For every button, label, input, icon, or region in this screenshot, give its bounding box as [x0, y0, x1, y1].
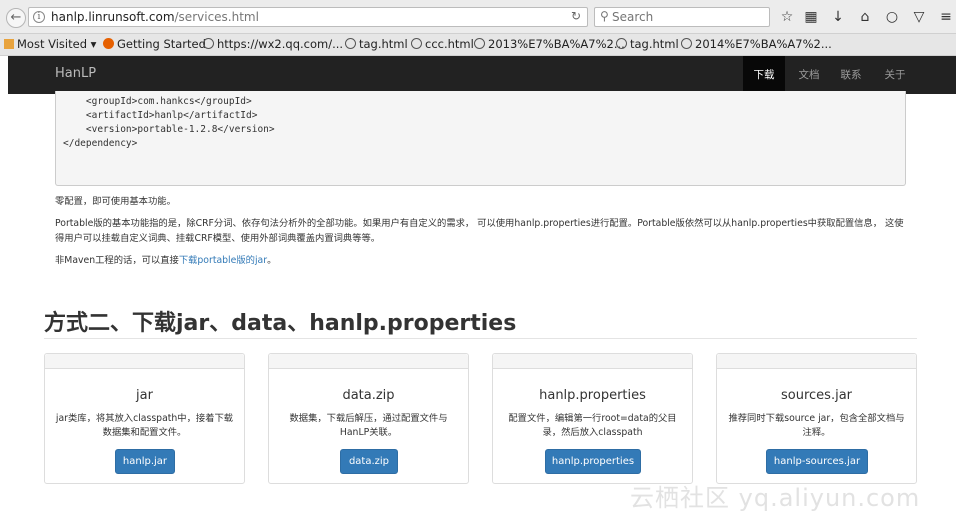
site-navbar: HanLP 下载 文档 联系 关于 — [8, 56, 956, 94]
code-line: <groupId>com.hankcs</groupId> — [63, 96, 252, 107]
globe-icon — [681, 38, 692, 49]
card-data-zip: data.zip 数据集，下载后解压，通过配置文件与HanLP关联。 data.… — [268, 353, 469, 484]
nav-contact[interactable]: 联系 — [831, 56, 871, 94]
globe-icon — [616, 38, 627, 49]
code-line: <artifactId>hanlp</artifactId> — [63, 110, 258, 121]
home-icon[interactable]: ⌂ — [856, 8, 874, 26]
card-title: jar — [136, 388, 153, 403]
card-header — [269, 354, 468, 369]
download-portable-jar-link[interactable]: 下载portable版的jar — [179, 255, 267, 266]
chat-icon[interactable]: ○ — [883, 8, 901, 26]
card-title: data.zip — [342, 388, 395, 403]
firefox-icon — [103, 38, 114, 49]
paragraph-non-maven: 非Maven工程的话，可以直接下载portable版的jar。 — [55, 255, 277, 266]
card-description: 配置文件，编辑第一行root=data的父目录，然后放入classpath — [508, 413, 677, 438]
download-data-zip-button[interactable]: data.zip — [340, 449, 398, 474]
card-description: 数据集，下载后解压，通过配置文件与HanLP关联。 — [289, 413, 448, 438]
download-icon[interactable]: ↓ — [829, 8, 847, 26]
card-title: hanlp.properties — [539, 388, 646, 403]
folder-icon — [4, 39, 14, 49]
card-header — [45, 354, 244, 369]
bookmark-most-visited[interactable]: Most Visited ▾ — [4, 37, 96, 51]
download-hanlp-jar-button[interactable]: hanlp.jar — [115, 449, 175, 474]
brand-logo[interactable]: HanLP — [55, 66, 96, 81]
bookmark-getting-started[interactable]: Getting Started — [103, 37, 206, 51]
bookmark-wx2[interactable]: https://wx2.qq.com/... — [203, 37, 343, 51]
bookmark-2014[interactable]: 2014%E7%BA%A7%2... — [681, 37, 832, 51]
browser-toolbar: ← i hanlp.linrunsoft.com/services.html ↻… — [0, 0, 956, 34]
bookmark-tag-2[interactable]: tag.html — [616, 37, 679, 51]
watermark: 云栖社区 yq.aliyun.com — [630, 484, 921, 512]
code-line: </dependency> — [63, 138, 138, 149]
bookmark-2013[interactable]: 2013%E7%BA%A7%2... — [474, 37, 625, 51]
card-title: sources.jar — [781, 388, 852, 403]
search-icon: ⚲ — [600, 9, 609, 23]
nav-docs[interactable]: 文档 — [789, 56, 829, 94]
card-header — [717, 354, 916, 369]
bookmarks-bar: Most Visited ▾ Getting Started https://w… — [0, 34, 956, 56]
download-hanlp-properties-button[interactable]: hanlp.properties — [545, 449, 641, 474]
paragraph-portable-desc: Portable版的基本功能指的是，除CRF分词、依存句法分析外的全部功能。如果… — [55, 218, 904, 244]
search-bar[interactable]: ⚲ — [594, 7, 770, 27]
search-input[interactable] — [612, 9, 762, 25]
info-icon[interactable]: i — [33, 11, 45, 23]
card-description: jar类库，将其放入classpath中，接着下载数据集和配置文件。 — [55, 413, 234, 438]
bookmark-ccc[interactable]: ccc.html — [411, 37, 474, 51]
pocket-icon[interactable]: ▽ — [910, 8, 928, 26]
globe-icon — [411, 38, 422, 49]
url-text[interactable]: hanlp.linrunsoft.com/services.html — [51, 10, 259, 24]
reading-list-icon[interactable]: ▦ — [802, 8, 820, 26]
reload-icon[interactable]: ↻ — [571, 9, 581, 23]
menu-icon[interactable]: ≡ — [937, 8, 955, 26]
back-arrow-icon[interactable]: ← — [6, 8, 26, 28]
globe-icon — [474, 38, 485, 49]
card-description: 推荐同时下载source jar，包含全部文档与注释。 — [728, 413, 905, 438]
nav-about[interactable]: 关于 — [875, 56, 915, 94]
section-heading: 方式二、下载jar、data、hanlp.properties — [44, 311, 517, 336]
globe-icon — [203, 38, 214, 49]
paragraph-zero-config: 零配置，即可使用基本功能。 — [55, 196, 176, 207]
card-jar: jar jar类库，将其放入classpath中，接着下载数据集和配置文件。 h… — [44, 353, 245, 484]
download-hanlp-sources-jar-button[interactable]: hanlp-sources.jar — [766, 449, 868, 474]
card-sources-jar: sources.jar 推荐同时下载source jar，包含全部文档与注释。 … — [716, 353, 917, 484]
card-hanlp-properties: hanlp.properties 配置文件，编辑第一行root=data的父目录… — [492, 353, 693, 484]
maven-code-block: <groupId>com.hankcs</groupId> <artifactI… — [55, 91, 906, 186]
heading-divider — [44, 338, 917, 339]
globe-icon — [345, 38, 356, 49]
url-bar[interactable]: i hanlp.linrunsoft.com/services.html ↻ — [28, 7, 588, 27]
nav-download[interactable]: 下载 — [743, 56, 785, 94]
bookmark-tag[interactable]: tag.html — [345, 37, 408, 51]
bookmark-star-icon[interactable]: ☆ — [778, 8, 796, 26]
card-header — [493, 354, 692, 369]
code-line: <version>portable-1.2.8</version> — [63, 124, 275, 135]
